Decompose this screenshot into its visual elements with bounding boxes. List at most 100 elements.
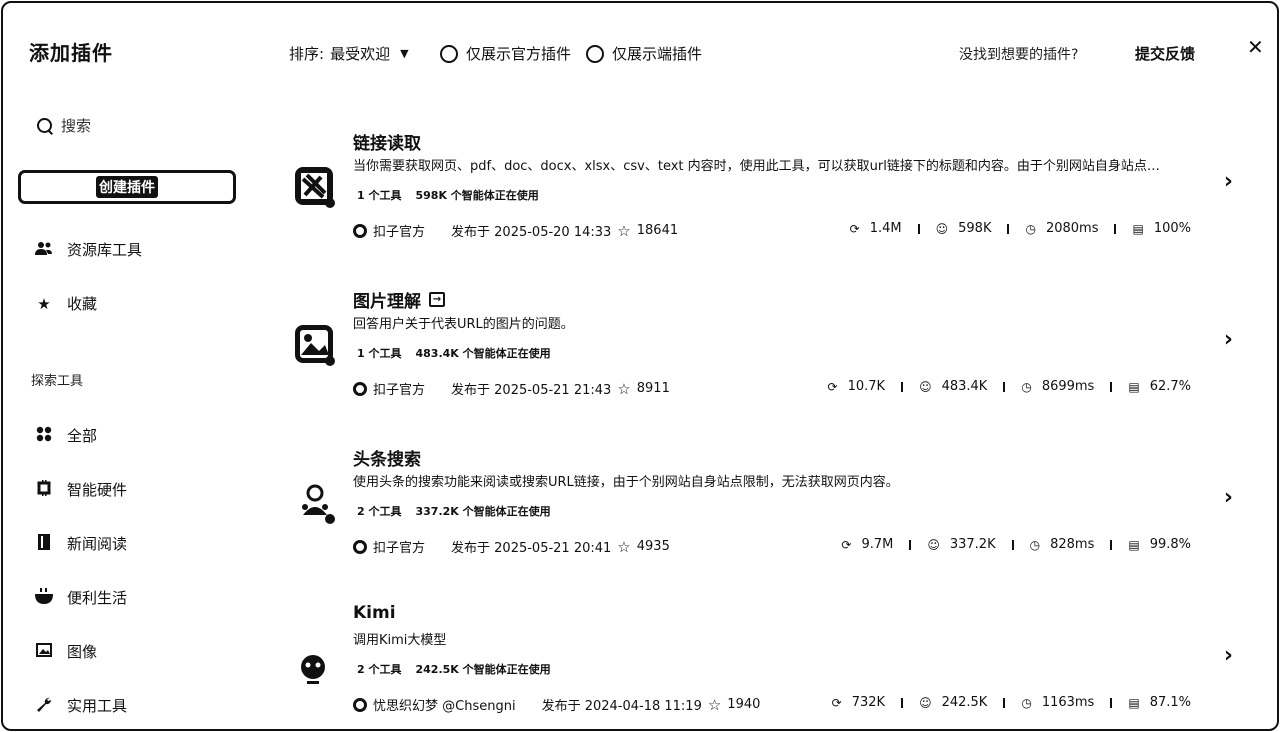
author-avatar-icon — [353, 223, 367, 238]
bot-icon: ☺ — [935, 221, 949, 236]
plugin-card[interactable]: 链接读取 当你需要获取网页、pdf、doc、docx、xlsx、csv、text… — [293, 129, 1233, 259]
filter-device-radio[interactable]: 仅展示端插件 — [586, 43, 702, 64]
agent-usage: 242.5K 个智能体正在使用 — [415, 663, 551, 676]
sidebar-item-smart-hardware[interactable]: 智能硬件 — [35, 479, 127, 500]
sort-label: 排序: — [289, 45, 325, 63]
caret-down-icon: ▼ — [400, 47, 409, 60]
plugin-logo — [293, 645, 337, 689]
chevron-right-icon[interactable]: › — [1224, 485, 1233, 510]
author-avatar-icon — [353, 697, 367, 712]
plugin-card[interactable]: 头条搜索 使用头条的搜索功能来阅读或搜索URL链接，由于个别网站自身站点限制，无… — [293, 445, 1233, 575]
sidebar-item-label: 便利生活 — [67, 589, 128, 607]
sidebar-item-news[interactable]: 新闻阅读 — [35, 533, 127, 554]
sidebar-item-label: 新闻阅读 — [67, 535, 128, 553]
star-icon[interactable]: ☆ — [617, 222, 630, 240]
plugin-description: 回答用户关于代表URL的图片的问题。 — [353, 317, 574, 332]
filter-official-radio[interactable]: 仅展示官方插件 — [440, 43, 571, 64]
success-rate: 100% — [1153, 221, 1191, 236]
plugin-description: 当你需要获取网页、pdf、doc、docx、xlsx、csv、text 内容时，… — [353, 159, 1160, 174]
bot-count: 242.5K — [941, 695, 988, 710]
success-icon: ▤ — [1128, 695, 1140, 710]
success-icon: ▤ — [1128, 537, 1140, 552]
close-icon[interactable]: ✕ — [1247, 35, 1264, 59]
clock-icon: ◷ — [1029, 537, 1041, 552]
radio-circle-icon — [440, 44, 458, 63]
create-plugin-button[interactable]: 创建插件 — [18, 170, 236, 204]
not-found-text: 没找到想要的插件? — [959, 47, 1079, 63]
call-count: 1.4M — [869, 221, 902, 236]
wrench-icon — [35, 696, 53, 716]
bot-icon: ☺ — [927, 537, 940, 552]
plugin-author: 扣子官方 — [373, 383, 426, 398]
sidebar-item-library-tools[interactable]: 资源库工具 — [35, 239, 142, 260]
call-count: 732K — [851, 695, 886, 710]
sidebar-item-life[interactable]: 便利生活 — [35, 587, 127, 608]
clock-icon: ◷ — [1021, 695, 1032, 710]
publish-date: 发布于 2025-05-21 21:43 — [451, 383, 612, 398]
bot-icon: ☺ — [919, 695, 932, 710]
star-icon: ★ — [37, 294, 51, 313]
calls-icon: ⟳ — [849, 221, 860, 236]
publish-date: 发布于 2025-05-21 20:41 — [451, 541, 612, 556]
feedback-button[interactable]: 提交反馈 — [1135, 43, 1195, 64]
chevron-right-icon[interactable]: › — [1224, 327, 1233, 352]
create-plugin-label: 创建插件 — [96, 176, 158, 198]
sidebar-item-label: 图像 — [67, 643, 98, 661]
clock-icon: ◷ — [1025, 221, 1036, 236]
radio-circle-icon — [586, 44, 604, 63]
star-icon[interactable]: ☆ — [617, 380, 630, 398]
success-icon: ▤ — [1128, 379, 1140, 394]
plugin-name: 图片理解 — [353, 292, 421, 312]
plugin-author: 扣子官方 — [373, 541, 426, 556]
star-icon[interactable]: ☆ — [708, 696, 721, 714]
call-count: 9.7M — [861, 537, 894, 552]
agent-usage: 483.4K 个智能体正在使用 — [415, 347, 551, 360]
chevron-right-icon[interactable]: › — [1224, 643, 1233, 668]
external-link-icon[interactable]: → — [429, 292, 445, 307]
sidebar-item-all[interactable]: 全部 — [35, 425, 97, 446]
sidebar-item-label: 实用工具 — [67, 697, 128, 715]
latency: 8699ms — [1041, 379, 1095, 394]
latency: 2080ms — [1045, 221, 1099, 236]
search-input[interactable]: 搜索 — [37, 115, 91, 136]
plugin-logo — [293, 323, 337, 367]
tool-count: 2 个工具 — [357, 505, 402, 518]
plugin-card[interactable]: 图片理解 → 回答用户关于代表URL的图片的问题。 1 个工具 483.4K 个… — [293, 287, 1233, 417]
filter-official-label: 仅展示官方插件 — [466, 45, 572, 63]
tool-count: 1 个工具 — [357, 347, 402, 360]
author-avatar-icon — [353, 539, 367, 554]
sort-value: 最受欢迎 — [330, 45, 391, 63]
plugin-author: 扣子官方 — [373, 225, 426, 240]
call-count: 10.7K — [847, 379, 886, 394]
star-icon[interactable]: ☆ — [617, 538, 630, 556]
success-rate: 87.1% — [1149, 695, 1191, 710]
publish-date: 发布于 2025-05-20 14:33 — [451, 225, 612, 240]
sidebar-item-label: 资源库工具 — [67, 241, 143, 259]
success-rate: 62.7% — [1149, 379, 1191, 394]
filter-device-label: 仅展示端插件 — [612, 45, 703, 63]
chip-icon — [35, 479, 53, 500]
search-placeholder: 搜索 — [61, 117, 92, 135]
latency: 828ms — [1050, 537, 1095, 552]
star-count: 18641 — [636, 223, 679, 238]
plugin-name: 链接读取 — [353, 134, 421, 154]
sidebar-item-favorites[interactable]: ★ 收藏 — [35, 293, 97, 314]
plugin-description: 调用Kimi大模型 — [353, 633, 447, 648]
latency: 1163ms — [1041, 695, 1095, 710]
chevron-right-icon[interactable]: › — [1224, 169, 1233, 194]
bot-count: 598K — [958, 221, 992, 236]
success-icon: ▤ — [1132, 221, 1144, 236]
publish-date: 发布于 2024-04-18 11:19 — [541, 699, 702, 714]
sidebar-item-utility[interactable]: 实用工具 — [35, 695, 127, 716]
sidebar-item-label: 全部 — [67, 427, 98, 445]
plugin-logo — [293, 481, 337, 525]
plugin-name: Kimi — [353, 603, 396, 623]
agent-usage: 598K 个智能体正在使用 — [415, 189, 539, 202]
sidebar-item-image[interactable]: 图像 — [35, 641, 97, 662]
add-plugin-dialog: 添加插件 排序: 最受欢迎 ▼ 仅展示官方插件 仅展示端插件 没找到想要的插件?… — [1, 1, 1279, 731]
plugin-card[interactable]: Kimi 调用Kimi大模型 2 个工具 242.5K 个智能体正在使用 忧思织… — [293, 603, 1233, 729]
book-icon — [35, 533, 53, 554]
tool-count: 2 个工具 — [357, 663, 402, 676]
success-rate: 99.8% — [1149, 537, 1191, 552]
sort-dropdown[interactable]: 排序: 最受欢迎 ▼ — [289, 43, 409, 64]
